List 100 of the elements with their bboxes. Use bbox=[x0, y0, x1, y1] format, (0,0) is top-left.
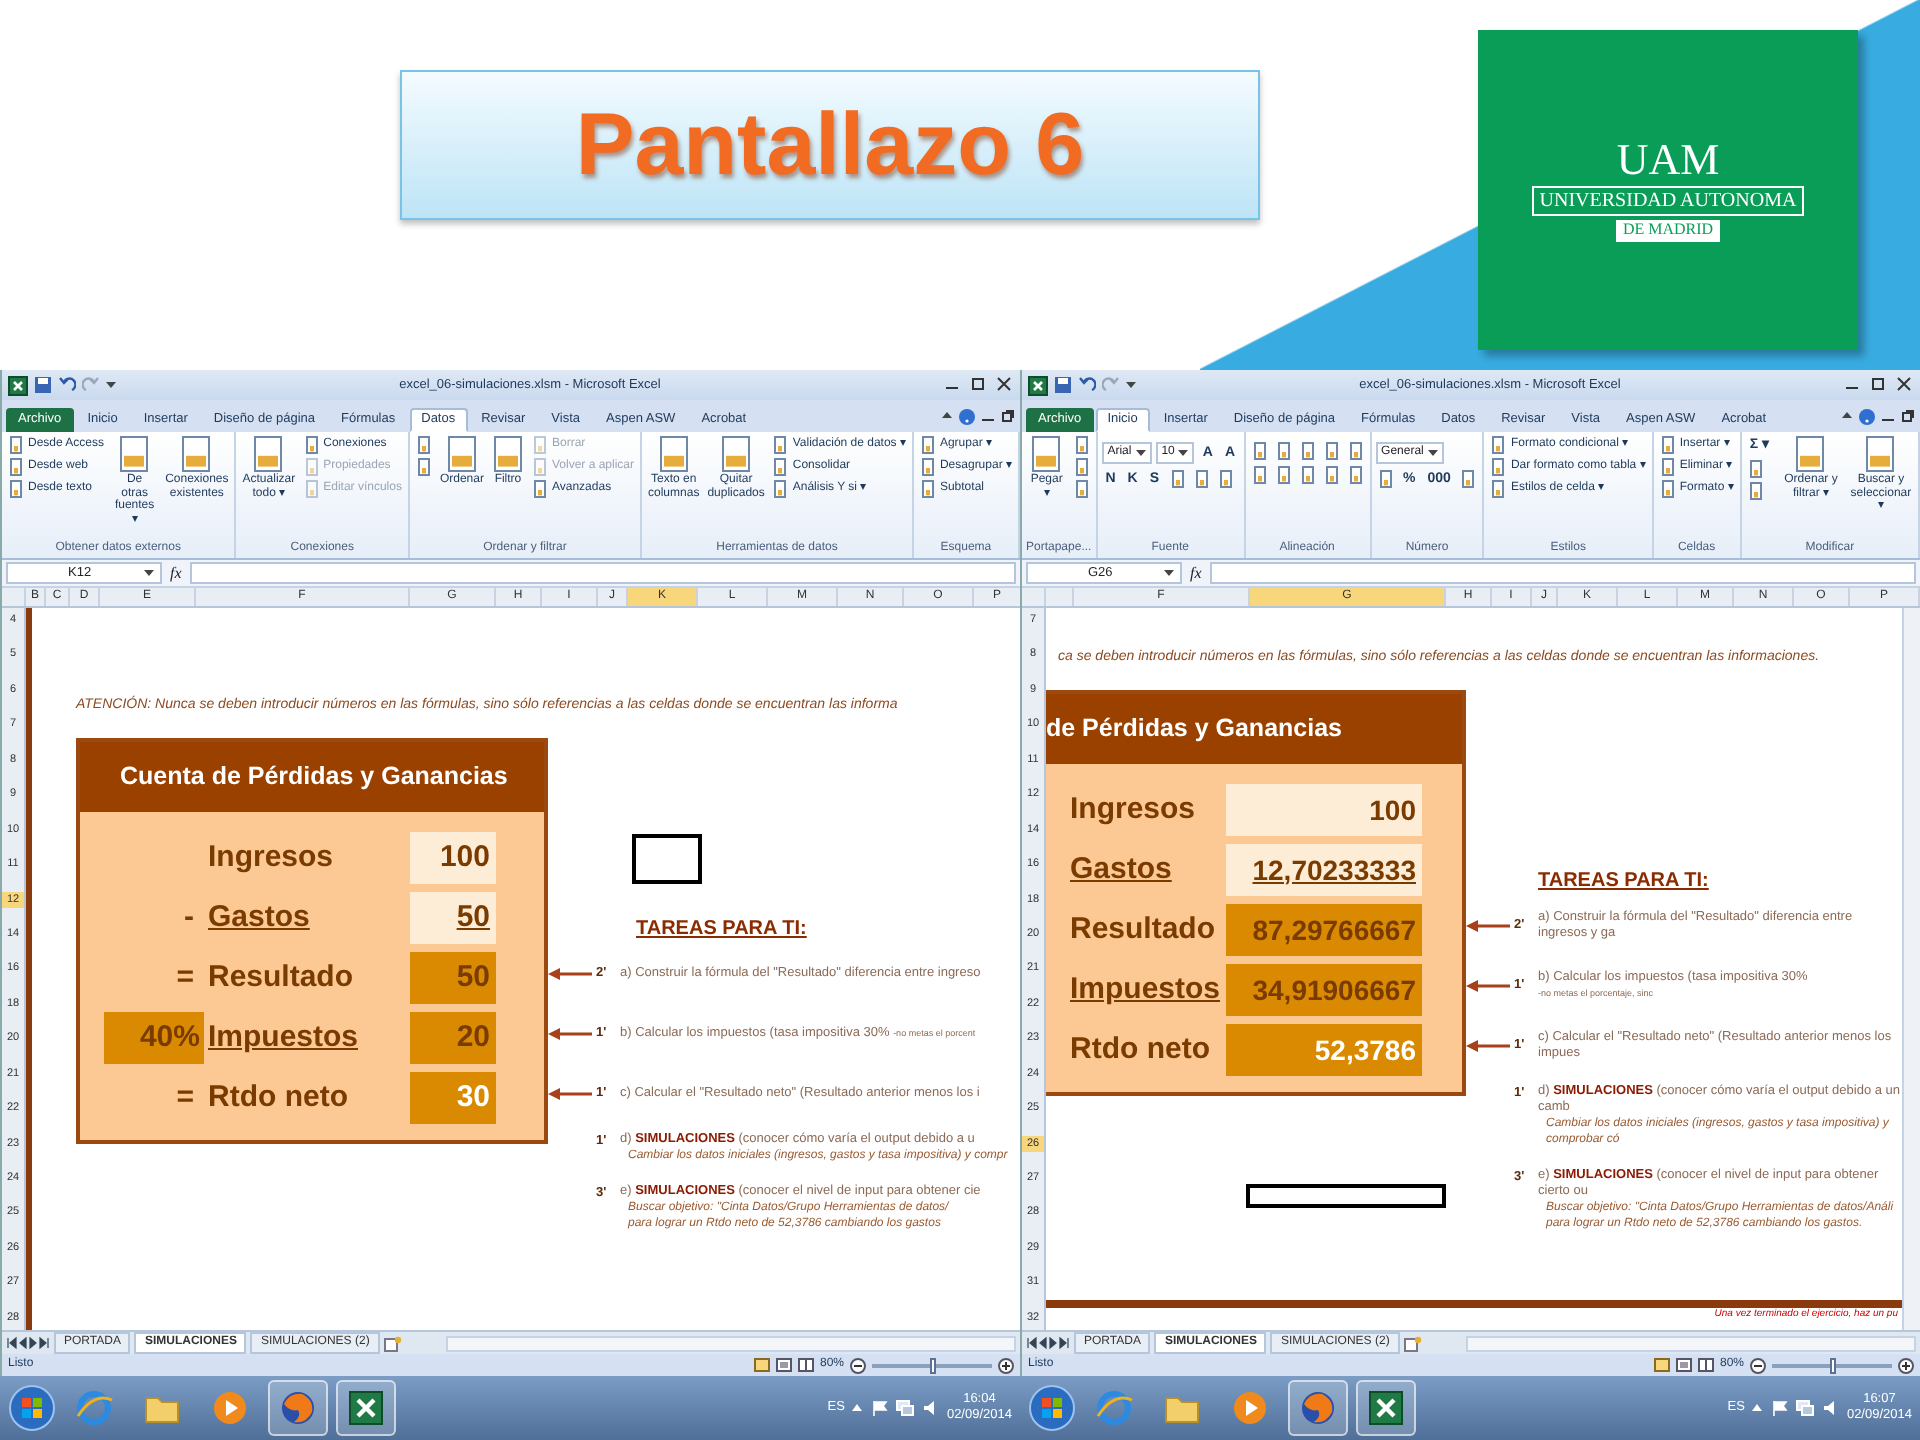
formula-field[interactable] bbox=[1209, 562, 1916, 584]
left-arrow bbox=[548, 1088, 592, 1100]
flag-icon[interactable] bbox=[872, 1400, 889, 1416]
logo-initials: UAM bbox=[1616, 138, 1720, 183]
value-cell: 100 bbox=[410, 832, 496, 884]
restore-icon[interactable] bbox=[1000, 408, 1016, 424]
maximize-icon[interactable] bbox=[968, 376, 988, 394]
zoom-out-icon[interactable] bbox=[1750, 1357, 1766, 1373]
help-icon[interactable] bbox=[958, 407, 976, 425]
page-layout-icon[interactable] bbox=[775, 1358, 792, 1372]
taskbar-button[interactable] bbox=[268, 1380, 328, 1436]
caret-icon[interactable] bbox=[1126, 381, 1138, 389]
document-icon bbox=[8, 480, 24, 498]
network-icon[interactable] bbox=[1796, 1400, 1815, 1416]
speaker-icon[interactable] bbox=[922, 1400, 939, 1416]
function-label[interactable]: fx bbox=[1190, 561, 1202, 585]
row-label: Ingresos bbox=[1070, 789, 1198, 830]
page-break-icon[interactable] bbox=[797, 1358, 814, 1372]
save-icon[interactable] bbox=[34, 376, 52, 394]
ribbon-button[interactable] bbox=[1071, 458, 1092, 476]
document-icon bbox=[1347, 442, 1364, 460]
left-arrow bbox=[1466, 1040, 1510, 1052]
normal-view-icon[interactable] bbox=[1653, 1358, 1670, 1372]
document-icon bbox=[1169, 470, 1185, 489]
caret-icon[interactable] bbox=[106, 381, 118, 389]
operator-sign: - bbox=[184, 897, 194, 938]
function-label[interactable]: fx bbox=[170, 561, 182, 585]
restore-icon[interactable] bbox=[1900, 408, 1916, 424]
ribbon-button[interactable] bbox=[1321, 442, 1342, 460]
save-icon[interactable] bbox=[1054, 376, 1072, 394]
page-break-icon[interactable] bbox=[1697, 1358, 1714, 1372]
left-arrow bbox=[1466, 920, 1510, 932]
vertical-scrollbar[interactable] bbox=[1902, 608, 1920, 1330]
ribbon-button[interactable] bbox=[1249, 466, 1270, 484]
flag-icon[interactable] bbox=[1772, 1400, 1789, 1416]
tasks-heading: TAREAS PARA TI: bbox=[1538, 868, 1709, 896]
network-icon[interactable] bbox=[896, 1400, 915, 1416]
horizontal-scrollbar[interactable] bbox=[445, 1335, 1016, 1351]
sheet-navigation-icon[interactable] bbox=[6, 1336, 50, 1350]
speaker-icon[interactable] bbox=[1822, 1400, 1839, 1416]
start-orb-icon[interactable] bbox=[8, 1384, 56, 1432]
ribbon-button[interactable] bbox=[1321, 466, 1342, 484]
document-icon bbox=[1794, 436, 1827, 472]
ribbon-button[interactable] bbox=[1375, 470, 1396, 490]
document-icon bbox=[531, 480, 548, 498]
document-icon bbox=[919, 480, 936, 498]
formula-field[interactable] bbox=[189, 562, 1016, 584]
ribbon-button[interactable] bbox=[413, 458, 434, 476]
value-cell: 87,29766667 bbox=[1226, 904, 1422, 956]
ribbon-button[interactable] bbox=[1297, 442, 1318, 460]
maximize-icon[interactable] bbox=[1868, 376, 1888, 394]
horizontal-scrollbar[interactable] bbox=[1465, 1335, 1916, 1351]
caret-icon[interactable] bbox=[852, 1404, 865, 1412]
document-icon bbox=[1659, 458, 1676, 476]
caret-icon[interactable] bbox=[942, 412, 954, 420]
close-icon[interactable] bbox=[994, 376, 1014, 394]
new-sheet-icon[interactable] bbox=[1403, 1335, 1422, 1351]
zoom-slider-thumb[interactable] bbox=[930, 1357, 936, 1373]
start-orb-icon[interactable] bbox=[1028, 1384, 1076, 1432]
help-icon[interactable] bbox=[1858, 407, 1876, 425]
undo-icon[interactable] bbox=[1078, 376, 1096, 394]
normal-view-icon[interactable] bbox=[753, 1358, 770, 1372]
zoom-in-icon[interactable] bbox=[998, 1357, 1014, 1373]
taskbar-button[interactable] bbox=[336, 1380, 396, 1436]
close-icon[interactable] bbox=[1894, 376, 1914, 394]
document-icon bbox=[772, 458, 789, 476]
document-icon bbox=[1073, 480, 1090, 498]
row-label: Resultado bbox=[208, 957, 356, 998]
page-layout-icon[interactable] bbox=[1675, 1358, 1692, 1372]
document-icon bbox=[1030, 436, 1063, 472]
ribbon-button[interactable] bbox=[1273, 466, 1294, 484]
document-icon bbox=[1299, 442, 1316, 460]
ribbon-button[interactable] bbox=[1191, 470, 1211, 490]
ribbon-button[interactable] bbox=[1215, 470, 1235, 490]
zoom-slider-thumb[interactable] bbox=[1830, 1357, 1836, 1373]
new-sheet-icon[interactable] bbox=[383, 1335, 402, 1351]
ribbon-button[interactable] bbox=[1458, 470, 1479, 490]
taskbar-button[interactable] bbox=[1356, 1380, 1416, 1436]
document-icon bbox=[531, 436, 548, 454]
sheet-navigation-icon[interactable] bbox=[1026, 1336, 1070, 1350]
ribbon-button[interactable] bbox=[1273, 442, 1294, 460]
ribbon-button[interactable] bbox=[1345, 466, 1366, 484]
document-icon bbox=[919, 458, 936, 476]
ribbon-button[interactable] bbox=[1071, 480, 1092, 498]
active-cell-outline bbox=[632, 834, 702, 884]
ribbon-button[interactable] bbox=[1167, 470, 1187, 490]
ribbon-button[interactable] bbox=[1249, 442, 1270, 460]
caret-icon[interactable] bbox=[1752, 1404, 1765, 1412]
ribbon-button[interactable] bbox=[1345, 442, 1366, 460]
caret-icon[interactable] bbox=[1842, 412, 1854, 420]
tasks-heading: TAREAS PARA TI: bbox=[636, 916, 807, 944]
ribbon-button[interactable] bbox=[1071, 436, 1092, 454]
ring-icon bbox=[1094, 1388, 1134, 1428]
zoom-out-icon[interactable] bbox=[850, 1357, 866, 1373]
document-icon bbox=[1747, 459, 1764, 478]
ribbon-button[interactable] bbox=[413, 436, 434, 454]
zoom-in-icon[interactable] bbox=[1898, 1357, 1914, 1373]
undo-icon[interactable] bbox=[58, 376, 76, 394]
taskbar-button[interactable] bbox=[1288, 1380, 1348, 1436]
ribbon-button[interactable] bbox=[1297, 466, 1318, 484]
